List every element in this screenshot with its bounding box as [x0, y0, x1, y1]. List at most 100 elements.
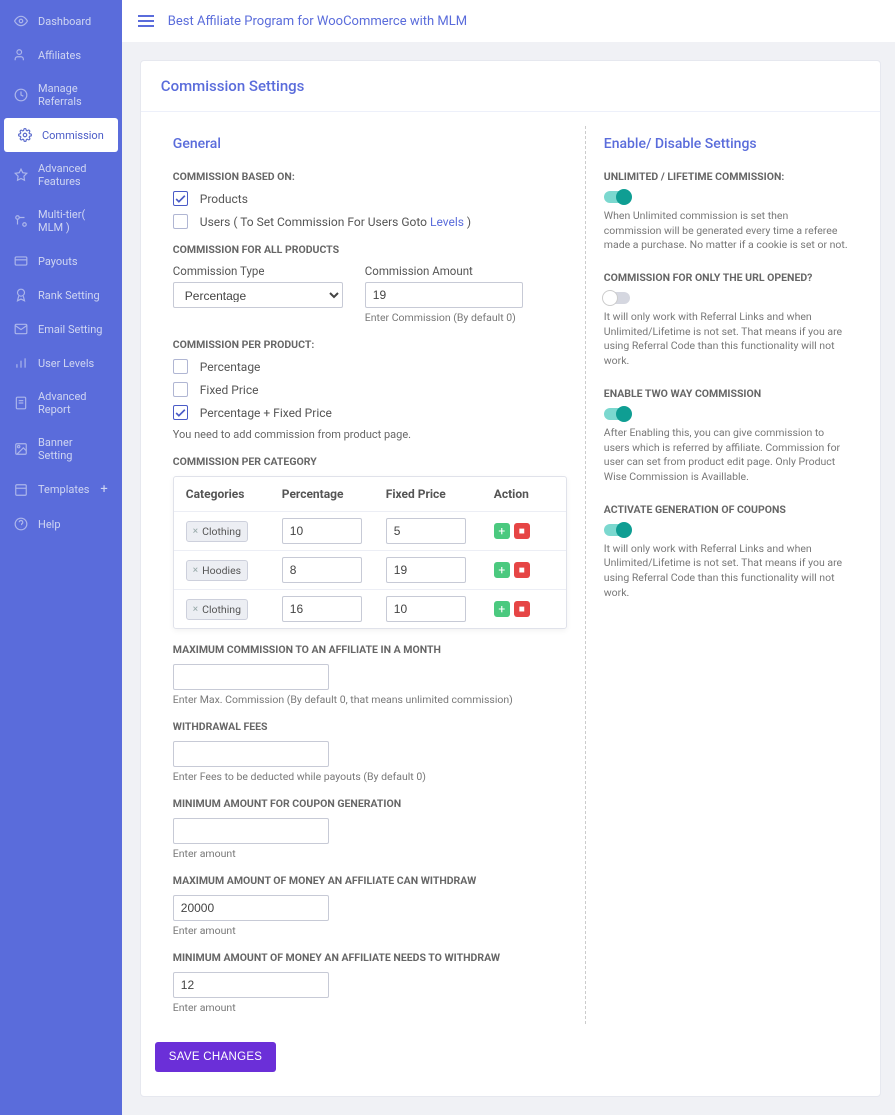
max-withdraw-input[interactable]	[173, 895, 329, 921]
category-tag[interactable]: ×Clothing	[186, 521, 248, 542]
sidebar: Dashboard Affiliates Manage Referrals Co…	[0, 0, 122, 1115]
unlimited-commission-desc: When Unlimited commission is set then co…	[604, 209, 848, 253]
withdraw-fees-input[interactable]	[173, 741, 329, 767]
min-coupon-hint: Enter amount	[173, 847, 567, 860]
sidebar-item-multi-tier[interactable]: Multi-tier( MLM )	[0, 198, 122, 244]
table-row: ×Clothing +■	[174, 511, 566, 550]
settings-heading: Enable/ Disable Settings	[604, 136, 848, 152]
close-icon[interactable]: ×	[193, 565, 198, 576]
all-products-label: COMMISSION FOR ALL PRODUCTS	[173, 243, 567, 256]
add-row-button[interactable]: +	[494, 562, 510, 578]
percentage-input[interactable]	[282, 596, 362, 622]
levels-link[interactable]: Levels	[430, 215, 464, 229]
two-way-toggle[interactable]	[604, 408, 630, 420]
add-row-button[interactable]: +	[494, 601, 510, 617]
sidebar-item-manage-referrals[interactable]: Manage Referrals	[0, 72, 122, 118]
sidebar-item-label: Advanced Report	[38, 390, 108, 416]
per-product-both-checkbox[interactable]	[173, 405, 188, 420]
save-button[interactable]: SAVE CHANGES	[155, 1042, 277, 1072]
sidebar-item-label: Help	[38, 518, 61, 531]
sidebar-item-email-setting[interactable]: Email Setting	[0, 312, 122, 346]
fixed-price-input[interactable]	[386, 518, 466, 544]
url-only-desc: It will only work with Referral Links an…	[604, 310, 848, 369]
min-withdraw-label: MINIMUM AMOUNT OF MONEY AN AFFILIATE NEE…	[173, 951, 567, 964]
close-icon[interactable]: ×	[193, 526, 198, 537]
per-product-note: You need to add commission from product …	[173, 428, 567, 441]
report-icon	[14, 396, 28, 410]
min-coupon-input[interactable]	[173, 818, 329, 844]
image-icon	[14, 442, 28, 456]
card-icon	[14, 254, 28, 268]
sidebar-item-label: Rank Setting	[38, 289, 100, 302]
two-way-label: ENABLE TWO WAY COMMISSION	[604, 387, 848, 400]
url-only-label: COMMISSION FOR ONLY THE URL OPENED?	[604, 271, 848, 284]
sidebar-item-label: Payouts	[38, 255, 78, 268]
max-withdraw-label: MAXIMUM AMOUNT OF MONEY AN AFFILIATE CAN…	[173, 874, 567, 887]
help-icon	[14, 517, 28, 531]
percentage-input[interactable]	[282, 518, 362, 544]
users-icon	[14, 48, 28, 62]
bars-icon	[14, 356, 28, 370]
sidebar-item-label: Multi-tier( MLM )	[38, 208, 108, 234]
sidebar-item-banner-setting[interactable]: Banner Setting	[0, 426, 122, 472]
sidebar-item-help[interactable]: Help	[0, 507, 122, 541]
sidebar-item-label: Banner Setting	[38, 436, 108, 462]
page-title: Commission Settings	[141, 61, 880, 112]
sidebar-item-rank-setting[interactable]: Rank Setting	[0, 278, 122, 312]
max-month-label: MAXIMUM COMMISSION TO AN AFFILIATE IN A …	[173, 643, 567, 656]
url-only-toggle[interactable]	[604, 292, 630, 304]
unlimited-commission-label: UNLIMITED / LIFETIME COMMISSION:	[604, 170, 848, 183]
sidebar-item-dashboard[interactable]: Dashboard	[0, 4, 122, 38]
plus-icon: +	[100, 482, 107, 497]
sidebar-item-label: Advanced Features	[38, 162, 108, 188]
table-row: ×Clothing +■	[174, 589, 566, 628]
sidebar-item-affiliates[interactable]: Affiliates	[0, 38, 122, 72]
per-category-label: COMMISSION PER CATEGORY	[173, 455, 567, 468]
commission-amount-hint: Enter Commission (By default 0)	[365, 311, 523, 324]
users-checkbox[interactable]	[173, 214, 188, 229]
coupons-toggle[interactable]	[604, 524, 630, 536]
commission-amount-label: Commission Amount	[365, 264, 523, 278]
sidebar-item-label: Email Setting	[38, 323, 102, 336]
sidebar-item-user-levels[interactable]: User Levels	[0, 346, 122, 380]
coupons-label: ACTIVATE GENERATION OF COUPONS	[604, 503, 848, 516]
per-product-fixed-checkbox[interactable]	[173, 382, 188, 397]
max-withdraw-hint: Enter amount	[173, 924, 567, 937]
sidebar-item-commission[interactable]: Commission	[4, 118, 118, 152]
withdraw-fees-hint: Enter Fees to be deducted while payouts …	[173, 770, 567, 783]
max-month-input[interactable]	[173, 664, 329, 690]
commission-amount-input[interactable]	[365, 282, 523, 308]
close-icon[interactable]: ×	[193, 604, 198, 615]
delete-row-button[interactable]: ■	[514, 562, 530, 578]
category-table: Categories Percentage Fixed Price Action…	[173, 476, 567, 629]
sidebar-item-label: User Levels	[38, 357, 94, 370]
fixed-price-input[interactable]	[386, 596, 466, 622]
min-coupon-label: MINIMUM AMOUNT FOR COUPON GENERATION	[173, 797, 567, 810]
percentage-input[interactable]	[282, 557, 362, 583]
network-icon	[14, 214, 28, 228]
products-checkbox[interactable]	[173, 191, 188, 206]
delete-row-button[interactable]: ■	[514, 601, 530, 617]
sidebar-item-advanced-report[interactable]: Advanced Report	[0, 380, 122, 426]
commission-based-on-label: COMMISSION BASED ON:	[173, 170, 567, 183]
sidebar-item-advanced-features[interactable]: Advanced Features	[0, 152, 122, 198]
category-tag[interactable]: ×Clothing	[186, 599, 248, 620]
per-product-percentage-checkbox[interactable]	[173, 359, 188, 374]
sidebar-item-templates[interactable]: Templates+	[0, 472, 122, 507]
min-withdraw-input[interactable]	[173, 972, 329, 998]
col-categories: Categories	[186, 487, 282, 501]
menu-icon[interactable]	[138, 15, 154, 27]
col-fixed-price: Fixed Price	[386, 487, 494, 501]
category-tag[interactable]: ×Hoodies	[186, 560, 248, 581]
delete-row-button[interactable]: ■	[514, 523, 530, 539]
sidebar-item-label: Dashboard	[38, 15, 91, 28]
commission-type-select[interactable]: Percentage	[173, 282, 343, 308]
fixed-price-input[interactable]	[386, 557, 466, 583]
template-icon	[14, 483, 28, 497]
col-action: Action	[494, 487, 554, 501]
add-row-button[interactable]: +	[494, 523, 510, 539]
page-breadcrumb: Best Affiliate Program for WooCommerce w…	[168, 14, 467, 29]
sidebar-item-payouts[interactable]: Payouts	[0, 244, 122, 278]
coupons-desc: It will only work with Referral Links an…	[604, 542, 848, 601]
unlimited-commission-toggle[interactable]	[604, 191, 630, 203]
